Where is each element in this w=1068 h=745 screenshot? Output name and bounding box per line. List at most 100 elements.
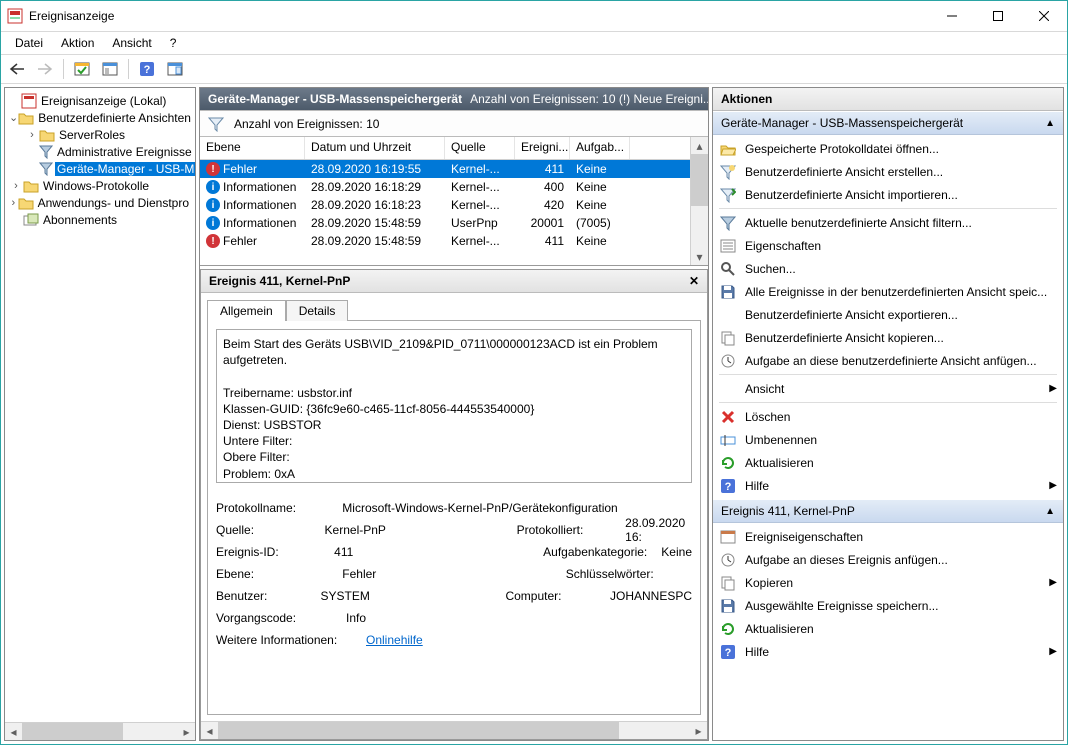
info-icon: i (206, 198, 220, 212)
action-item[interactable]: Aktualisieren (713, 617, 1063, 640)
collapse-icon: ▲ (1045, 118, 1055, 129)
detail-hscroll[interactable]: ◂▸ (201, 721, 707, 739)
filter-icon (39, 144, 53, 160)
help-button[interactable]: ? (135, 57, 159, 81)
events-header-title: Geräte-Manager - USB-Massenspeichergerät (208, 92, 462, 106)
folder-icon (39, 127, 55, 143)
tree-panel: Ereignisanzeige (Lokal) ⌄Benutzerdefinie… (4, 87, 196, 741)
events-panel: Geräte-Manager - USB-Massenspeichergerät… (199, 87, 709, 741)
grid-vscroll[interactable]: ▴▾ (690, 137, 708, 265)
action-item[interactable]: Suchen... (713, 257, 1063, 280)
delete-icon (719, 408, 737, 426)
col-level[interactable]: Ebene (200, 137, 305, 159)
find-icon (719, 260, 737, 278)
maximize-button[interactable] (975, 1, 1021, 31)
action-item[interactable]: Aufgabe an dieses Ereignis anfügen... (713, 548, 1063, 571)
properties-button[interactable] (98, 57, 122, 81)
event-row[interactable]: iInformationen28.09.2020 16:18:29Kernel-… (200, 178, 690, 196)
action-item[interactable]: Gespeicherte Protokolldatei öffnen... (713, 137, 1063, 160)
col-source[interactable]: Quelle (445, 137, 515, 159)
tree-hscroll[interactable]: ◂▸ (5, 722, 195, 740)
col-datetime[interactable]: Datum und Uhrzeit (305, 137, 445, 159)
actions-header: Aktionen (713, 88, 1063, 111)
tree-windows-logs[interactable]: ›Windows-Protokolle (5, 177, 195, 194)
svg-text:?: ? (725, 481, 732, 493)
menu-help[interactable]: ? (162, 34, 185, 52)
action-item[interactable]: Aktuelle benutzerdefinierte Ansicht filt… (713, 211, 1063, 234)
help-icon: ? (719, 643, 737, 661)
event-grid[interactable]: Ebene Datum und Uhrzeit Quelle Ereigni..… (200, 137, 690, 265)
col-eventid[interactable]: Ereigni... (515, 137, 570, 159)
action-item[interactable]: Benutzerdefinierte Ansicht importieren..… (713, 183, 1063, 206)
forward-button[interactable] (33, 57, 57, 81)
app-icon (7, 8, 23, 24)
open-icon (719, 140, 737, 158)
view-icon (719, 380, 737, 398)
window-title: Ereignisanzeige (29, 9, 929, 23)
close-button[interactable] (1021, 1, 1067, 31)
saveall-icon (719, 283, 737, 301)
action-item[interactable]: Benutzerdefinierte Ansicht kopieren... (713, 326, 1063, 349)
online-help-link[interactable]: Onlinehilfe (366, 633, 423, 647)
action-item[interactable]: Benutzerdefinierte Ansicht erstellen... (713, 160, 1063, 183)
filter-icon (39, 161, 53, 177)
action-item[interactable]: Kopieren▶ (713, 571, 1063, 594)
event-row[interactable]: !Fehler28.09.2020 15:48:59Kernel-...411K… (200, 232, 690, 250)
tree-app-logs[interactable]: ›Anwendungs- und Dienstpro (5, 194, 195, 211)
action-item[interactable]: ?Hilfe▶ (713, 474, 1063, 497)
action-item[interactable]: Eigenschaften (713, 234, 1063, 257)
actions-section-event[interactable]: Ereignis 411, Kernel-PnP▲ (713, 499, 1063, 523)
tab-general[interactable]: Allgemein (207, 300, 286, 321)
actions-section-view[interactable]: Geräte-Manager - USB-Massenspeichergerät… (713, 111, 1063, 135)
show-hide-tree-button[interactable] (70, 57, 94, 81)
help-icon: ? (719, 477, 737, 495)
grid-header: Ebene Datum und Uhrzeit Quelle Ereigni..… (200, 137, 690, 160)
save-icon (719, 597, 737, 615)
refresh-button[interactable] (163, 57, 187, 81)
props-icon (719, 237, 737, 255)
event-properties: Protokollname:Microsoft-Windows-Kernel-P… (216, 497, 692, 651)
folder-icon (18, 195, 34, 211)
event-message: Beim Start des Geräts USB\VID_2109&PID_0… (216, 329, 692, 483)
tree-custom-views[interactable]: ⌄Benutzerdefinierte Ansichten (5, 109, 195, 126)
action-item[interactable]: Ausgewählte Ereignisse speichern... (713, 594, 1063, 617)
action-item[interactable]: ?Hilfe▶ (713, 640, 1063, 663)
filter-icon (719, 214, 737, 232)
svg-text:?: ? (144, 64, 151, 76)
event-row[interactable]: !Fehler28.09.2020 16:19:55Kernel-...411K… (200, 160, 690, 178)
events-header: Geräte-Manager - USB-Massenspeichergerät… (200, 88, 708, 110)
action-item[interactable]: Ansicht▶ (713, 377, 1063, 400)
refresh-icon (719, 454, 737, 472)
import-icon (719, 186, 737, 204)
eventviewer-icon (21, 93, 37, 109)
tree-device-manager[interactable]: Geräte-Manager - USB-M (5, 160, 195, 177)
filter-count: Anzahl von Ereignissen: 10 (234, 117, 379, 131)
actions-panel: Aktionen Geräte-Manager - USB-Massenspei… (712, 87, 1064, 741)
menu-action[interactable]: Aktion (53, 34, 102, 52)
info-icon: i (206, 180, 220, 194)
action-item[interactable]: Aktualisieren (713, 451, 1063, 474)
task-icon (719, 551, 737, 569)
menu-view[interactable]: Ansicht (104, 34, 159, 52)
action-item[interactable]: Alle Ereignisse in der benutzerdefiniert… (713, 280, 1063, 303)
action-item[interactable]: Benutzerdefinierte Ansicht exportieren..… (713, 303, 1063, 326)
filter-bar: Anzahl von Ereignissen: 10 (200, 110, 708, 137)
action-item[interactable]: Ereigniseigenschaften (713, 525, 1063, 548)
col-task[interactable]: Aufgab... (570, 137, 630, 159)
chevron-right-icon: ▶ (1049, 480, 1057, 491)
tree-root[interactable]: Ereignisanzeige (Lokal) (5, 92, 195, 109)
detail-close-icon[interactable]: ✕ (689, 274, 699, 288)
minimize-button[interactable] (929, 1, 975, 31)
action-item[interactable]: Löschen (713, 405, 1063, 428)
action-item[interactable]: Umbenennen (713, 428, 1063, 451)
tree-admin-events[interactable]: Administrative Ereignisse (5, 143, 195, 160)
error-icon: ! (206, 234, 220, 248)
tree-server-roles[interactable]: ›ServerRoles (5, 126, 195, 143)
menu-file[interactable]: Datei (7, 34, 51, 52)
action-item[interactable]: Aufgabe an diese benutzerdefinierte Ansi… (713, 349, 1063, 372)
tab-details[interactable]: Details (286, 300, 349, 321)
back-button[interactable] (5, 57, 29, 81)
tree-subscriptions[interactable]: Abonnements (5, 211, 195, 228)
event-row[interactable]: iInformationen28.09.2020 16:18:23Kernel-… (200, 196, 690, 214)
event-row[interactable]: iInformationen28.09.2020 15:48:59UserPnp… (200, 214, 690, 232)
